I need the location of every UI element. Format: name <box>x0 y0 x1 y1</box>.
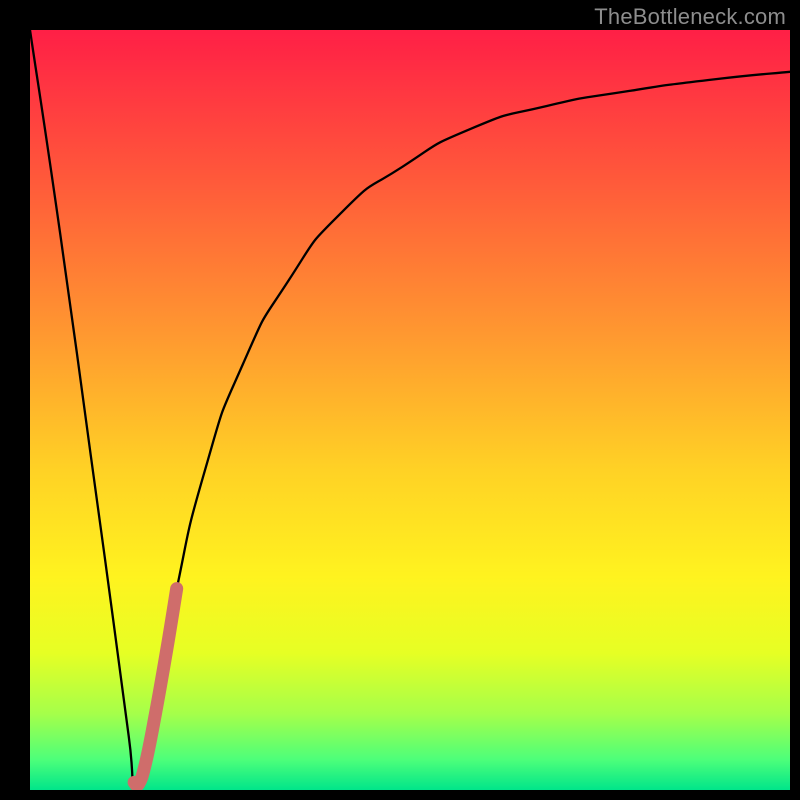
highlight-segment <box>134 589 177 786</box>
chart-frame: TheBottleneck.com <box>0 0 800 800</box>
plot-area <box>30 30 790 790</box>
main-curve <box>30 30 790 790</box>
watermark-text: TheBottleneck.com <box>594 4 786 30</box>
curve-layer <box>30 30 790 790</box>
